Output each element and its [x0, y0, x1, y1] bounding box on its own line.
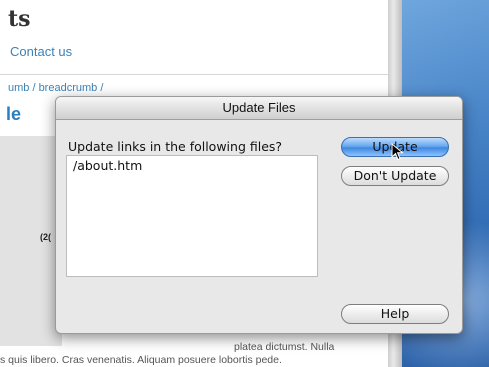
body-text-line: s quis libero. Cras venenatis. Aliquam p…	[0, 354, 282, 366]
dialog-title[interactable]: Update Files	[56, 97, 462, 120]
body-text-line: platea dictumst. Nulla	[234, 341, 335, 353]
image-placeholder-label: (2(	[40, 232, 51, 242]
list-item[interactable]: /about.htm	[73, 158, 311, 173]
dialog-prompt: Update links in the following files?	[68, 139, 283, 154]
divider	[0, 74, 388, 75]
help-button[interactable]: Help	[341, 304, 449, 324]
dont-update-button[interactable]: Don't Update	[341, 166, 449, 186]
image-placeholder	[0, 136, 62, 346]
contact-link[interactable]: Contact us	[10, 44, 72, 59]
update-files-dialog: Update Files Update links in the followi…	[55, 96, 463, 334]
mouse-cursor-icon	[391, 143, 404, 161]
file-list[interactable]: /about.htm	[66, 155, 318, 277]
page-title: ts	[8, 6, 31, 32]
section-heading: le	[6, 104, 22, 124]
breadcrumb[interactable]: umb / breadcrumb /	[8, 82, 103, 94]
